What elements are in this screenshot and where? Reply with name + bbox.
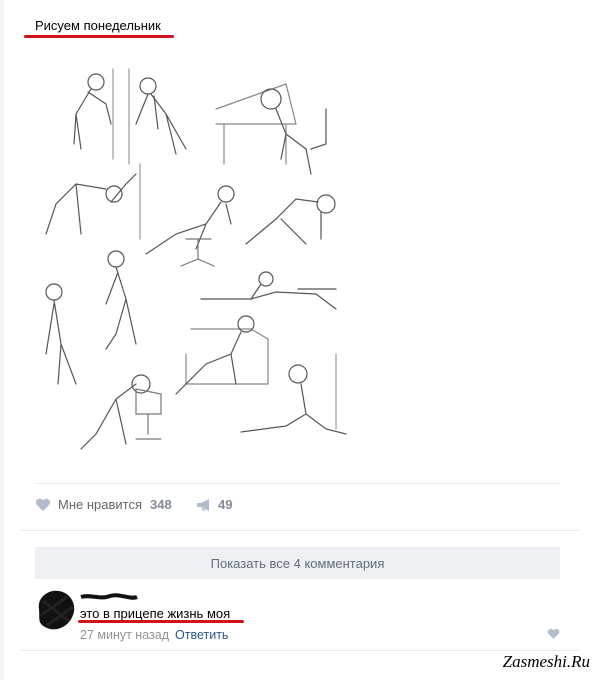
share-count: 49 — [218, 497, 233, 512]
bottom-divider — [20, 650, 580, 651]
title-underline — [24, 35, 174, 38]
actions-divider — [35, 483, 560, 484]
watermark: Zasmeshi.Ru — [502, 652, 590, 671]
author-name-redacted — [80, 593, 138, 600]
like-count: 348 — [150, 497, 172, 512]
share-button[interactable]: 49 — [196, 497, 232, 512]
comment-text: это в прицепе жизнь моя — [80, 606, 231, 621]
avatar[interactable] — [33, 587, 77, 631]
comment-like-icon[interactable] — [547, 628, 560, 640]
reply-link[interactable]: Ответить — [175, 628, 228, 642]
heart-icon — [35, 498, 51, 511]
comment-meta: 27 минут назад Ответить — [80, 628, 228, 642]
show-all-comments-button[interactable]: Показать все 4 комментария — [35, 547, 560, 579]
comment-time[interactable]: 27 минут назад — [80, 628, 169, 642]
megaphone-icon — [197, 498, 209, 511]
post-title: Рисуем понедельник — [35, 18, 161, 33]
comment-underline — [78, 620, 244, 623]
post-image[interactable] — [36, 54, 356, 454]
like-button[interactable]: Мне нравится 348 — [35, 497, 172, 512]
like-label: Мне нравится — [58, 497, 143, 512]
comments-divider — [20, 530, 580, 531]
left-edge-strip — [0, 0, 4, 680]
